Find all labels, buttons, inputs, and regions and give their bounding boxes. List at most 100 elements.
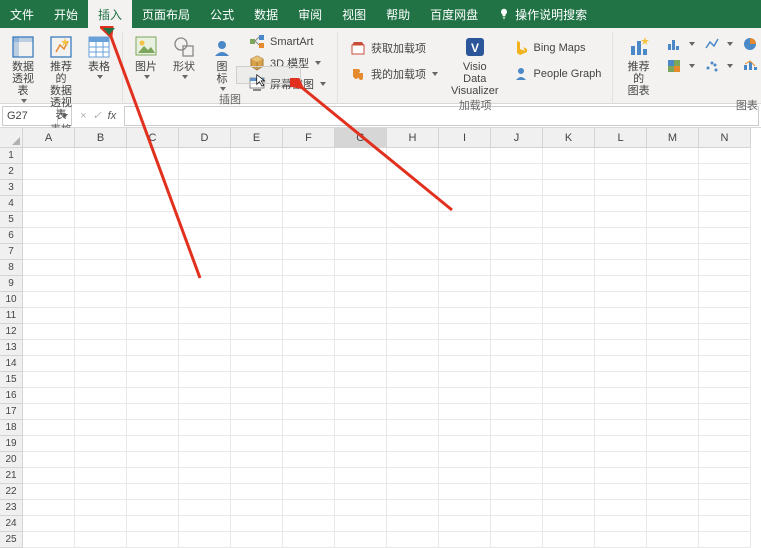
cell[interactable] (231, 484, 283, 500)
cell[interactable] (699, 196, 751, 212)
cell[interactable] (231, 292, 283, 308)
cell[interactable] (491, 324, 543, 340)
cell[interactable] (699, 452, 751, 468)
cell[interactable] (595, 436, 647, 452)
cell[interactable] (283, 180, 335, 196)
tab-view[interactable]: 视图 (332, 0, 376, 28)
cell[interactable] (595, 196, 647, 212)
cell[interactable] (387, 516, 439, 532)
people-graph-button[interactable]: People Graph (507, 64, 607, 84)
cell[interactable] (283, 516, 335, 532)
cell[interactable] (127, 436, 179, 452)
surface-chart-button[interactable] (738, 56, 761, 76)
row-header[interactable]: 11 (0, 308, 23, 324)
cell[interactable] (127, 452, 179, 468)
cell[interactable] (387, 452, 439, 468)
cell[interactable] (335, 484, 387, 500)
cell[interactable] (595, 148, 647, 164)
cell[interactable] (179, 276, 231, 292)
cell[interactable] (647, 324, 699, 340)
cell[interactable] (439, 484, 491, 500)
cell[interactable] (439, 340, 491, 356)
cell[interactable] (699, 276, 751, 292)
cell[interactable] (335, 164, 387, 180)
cell[interactable] (543, 228, 595, 244)
cell[interactable] (23, 148, 75, 164)
cell[interactable] (387, 356, 439, 372)
cell[interactable] (439, 404, 491, 420)
cell[interactable] (647, 532, 699, 548)
cell[interactable] (127, 244, 179, 260)
cell[interactable] (283, 292, 335, 308)
cell[interactable] (283, 212, 335, 228)
cell[interactable] (231, 260, 283, 276)
cell[interactable] (75, 212, 127, 228)
cell[interactable] (75, 324, 127, 340)
cell[interactable] (543, 420, 595, 436)
cell[interactable] (439, 148, 491, 164)
row-header[interactable]: 13 (0, 340, 23, 356)
tab-data[interactable]: 数据 (244, 0, 288, 28)
line-chart-button[interactable] (700, 34, 736, 54)
cell[interactable] (335, 196, 387, 212)
cell[interactable] (595, 292, 647, 308)
tab-help[interactable]: 帮助 (376, 0, 420, 28)
cell[interactable] (491, 356, 543, 372)
cell[interactable] (75, 180, 127, 196)
cell[interactable] (647, 516, 699, 532)
row-header[interactable]: 21 (0, 468, 23, 484)
cell[interactable] (387, 468, 439, 484)
column-header[interactable]: H (387, 128, 439, 148)
cell[interactable] (75, 164, 127, 180)
cell[interactable] (231, 532, 283, 548)
cell[interactable] (595, 532, 647, 548)
cell[interactable] (127, 196, 179, 212)
cell[interactable] (75, 244, 127, 260)
cell[interactable] (491, 292, 543, 308)
cell[interactable] (595, 340, 647, 356)
column-header[interactable]: A (23, 128, 75, 148)
cell[interactable] (439, 452, 491, 468)
cell[interactable] (75, 388, 127, 404)
cell[interactable] (283, 196, 335, 212)
column-header[interactable]: E (231, 128, 283, 148)
cell[interactable] (699, 164, 751, 180)
cell[interactable] (127, 260, 179, 276)
cell[interactable] (179, 404, 231, 420)
cell[interactable] (179, 148, 231, 164)
cell[interactable] (179, 260, 231, 276)
cell[interactable] (595, 516, 647, 532)
cell[interactable] (335, 180, 387, 196)
cell[interactable] (647, 228, 699, 244)
cell[interactable] (127, 324, 179, 340)
cell[interactable] (179, 292, 231, 308)
cell[interactable] (647, 276, 699, 292)
cell[interactable] (543, 180, 595, 196)
cell[interactable] (543, 388, 595, 404)
cell[interactable] (387, 404, 439, 420)
cell[interactable] (127, 500, 179, 516)
cell[interactable] (23, 244, 75, 260)
cell[interactable] (699, 260, 751, 276)
cell[interactable] (127, 404, 179, 420)
visio-button[interactable]: V Visio Data Visualizer (447, 32, 503, 100)
cell[interactable] (647, 404, 699, 420)
cell[interactable] (543, 292, 595, 308)
cell[interactable] (179, 452, 231, 468)
cell[interactable] (699, 180, 751, 196)
cell[interactable] (543, 244, 595, 260)
cell[interactable] (387, 340, 439, 356)
cell[interactable] (699, 516, 751, 532)
row-header[interactable]: 3 (0, 180, 23, 196)
cell[interactable] (595, 228, 647, 244)
cell[interactable] (335, 516, 387, 532)
cell[interactable] (647, 180, 699, 196)
cell[interactable] (283, 276, 335, 292)
cell[interactable] (335, 436, 387, 452)
cell[interactable] (231, 164, 283, 180)
cell[interactable] (231, 452, 283, 468)
cell[interactable] (75, 196, 127, 212)
cell[interactable] (491, 516, 543, 532)
cell[interactable] (543, 164, 595, 180)
cell[interactable] (75, 420, 127, 436)
